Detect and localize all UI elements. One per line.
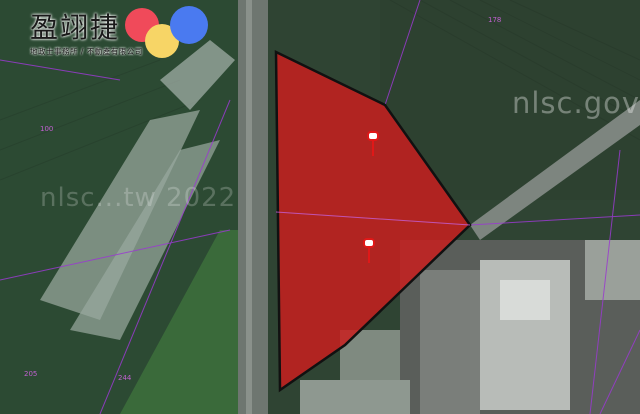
pin-icon[interactable]: [362, 237, 376, 265]
logo-subtitle: 地政士事務所 / 不動產有限公司: [30, 47, 143, 56]
pin-icon[interactable]: [366, 130, 380, 158]
watermark-right: nlsc.gov: [512, 86, 640, 120]
logo-brand: 盈翊捷: [30, 11, 121, 44]
map-view[interactable]: nlsc.gov nlsc...tw 2022 178 205 244 100 …: [0, 0, 640, 414]
parcel-number: 244: [118, 374, 132, 382]
logo-dot-blue: [170, 6, 208, 44]
watermark-center: nlsc...tw 2022: [40, 183, 237, 213]
parcel-number: 100: [40, 125, 54, 133]
company-logo: 盈翊捷 地政士事務所 / 不動產有限公司: [0, 0, 220, 60]
parcel-number: 178: [488, 16, 502, 24]
parcel-number: 205: [24, 370, 38, 378]
